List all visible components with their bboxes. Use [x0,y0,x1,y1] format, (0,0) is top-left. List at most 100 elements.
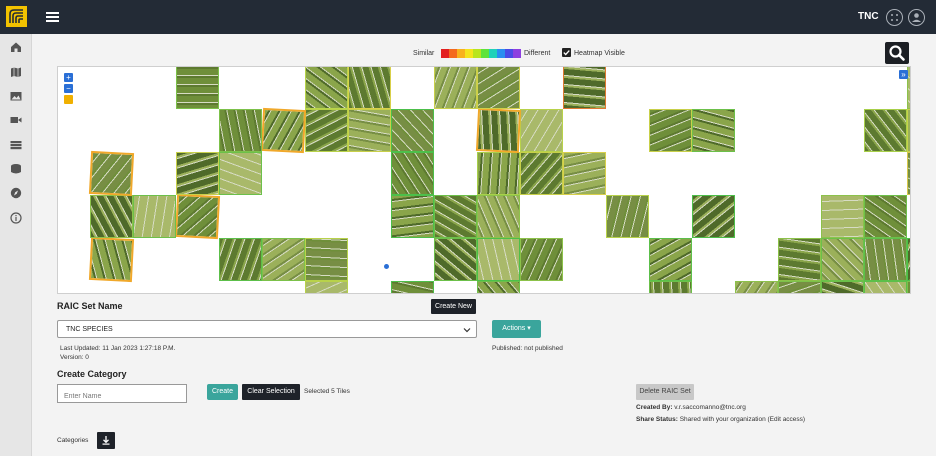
image-tile[interactable] [219,152,262,195]
image-tile[interactable] [434,67,477,109]
image-tile[interactable] [520,152,563,195]
create-new-button[interactable]: Create New [431,299,476,314]
image-tile[interactable] [864,238,907,281]
delete-raic-set-button[interactable]: Delete RAIC Set [636,384,694,400]
legend-swatch [465,49,473,58]
image-tile[interactable] [649,281,692,293]
chevron-down-icon [463,328,471,333]
image-tile[interactable] [305,238,348,281]
image-tile[interactable] [348,67,391,109]
download-icon [102,436,110,445]
image-tile[interactable] [563,152,606,195]
created-by-label: Created By: [636,404,673,411]
image-tile[interactable] [219,109,262,152]
image-tile-selected[interactable] [475,107,522,154]
image-tile[interactable] [305,109,348,152]
image-tile[interactable] [907,238,910,281]
info-icon[interactable] [10,212,22,224]
zoom-in-button[interactable]: + [64,73,73,82]
layers-icon[interactable] [10,139,22,151]
image-tile[interactable] [692,195,735,238]
image-tile[interactable] [649,238,692,281]
top-bar: TNC [0,0,936,34]
created-by: Created By: v.r.saccomanno@tnc.org [636,404,746,411]
image-tile-selected[interactable] [260,107,307,154]
image-tile-selected[interactable] [174,193,221,240]
zoom-out-button[interactable]: − [64,84,73,93]
image-tile[interactable] [520,238,563,281]
image-tile[interactable] [391,195,434,238]
image-tile[interactable] [563,67,606,109]
share-status-label: Share Status: [636,416,678,423]
legend-similar-label: Similar [413,50,435,57]
image-tile[interactable] [821,238,864,281]
legend-swatch [497,49,505,58]
image-tile-selected[interactable] [88,236,135,283]
image-tile[interactable] [477,281,520,293]
image-tile[interactable] [907,109,910,152]
heatmap-color-scale [441,49,521,58]
image-tile[interactable] [391,152,434,195]
image-tile[interactable] [90,195,133,238]
select-tool-icon[interactable] [64,95,73,104]
image-tile[interactable] [305,67,348,109]
brand-label: TNC [858,11,879,22]
tnc-logo[interactable] [6,6,27,27]
image-tile[interactable] [305,281,348,293]
image-tile[interactable] [520,109,563,152]
raic-set-selected-value: TNC SPECIES [66,326,113,333]
image-tile[interactable] [262,238,305,281]
image-tile[interactable] [434,195,477,238]
database-icon[interactable] [10,163,22,175]
image-tile[interactable] [176,67,219,109]
map-icon[interactable] [10,66,22,78]
image-tile[interactable] [864,281,907,293]
image-tile[interactable] [821,195,864,238]
user-icon[interactable] [908,9,925,26]
image-tile[interactable] [778,238,821,281]
heatmap-visible-checkbox[interactable] [562,48,571,57]
legend-swatch [505,49,513,58]
image-tile-selected[interactable] [88,150,135,197]
search-button[interactable] [885,42,909,64]
image-tile[interactable] [864,195,907,238]
image-tile[interactable] [821,281,864,293]
tile-viewer[interactable]: + − » [57,66,911,294]
clear-selection-button[interactable]: Clear Selection [242,384,300,400]
download-categories-button[interactable] [97,432,115,449]
image-tile[interactable] [391,281,434,293]
image-tile[interactable] [176,152,219,195]
image-tile[interactable] [864,109,907,152]
create-category-button[interactable]: Create [207,384,238,400]
image-tile[interactable] [391,109,434,152]
image-tile[interactable] [606,195,649,238]
image-tile[interactable] [477,195,520,238]
image-tile[interactable] [219,238,262,281]
image-tile[interactable] [434,238,477,281]
image-tile[interactable] [133,195,176,238]
apps-grid-icon[interactable] [886,9,903,26]
image-tile[interactable] [477,238,520,281]
category-name-field[interactable] [57,384,187,405]
image-tile[interactable] [649,109,692,152]
legend-swatch [449,49,457,58]
image-icon[interactable] [10,90,22,102]
actions-button[interactable]: Actions ▾ [492,320,541,338]
category-name-input[interactable] [58,388,186,405]
image-tile[interactable] [692,109,735,152]
compass-icon[interactable] [10,187,22,199]
home-icon[interactable] [10,41,22,53]
image-tile[interactable] [778,281,821,293]
video-icon[interactable] [10,114,22,126]
image-tile[interactable] [907,281,910,293]
created-by-value: v.r.saccomanno@tnc.org [674,404,746,411]
image-tile[interactable] [477,67,520,109]
image-tile[interactable] [907,152,910,195]
hamburger-icon[interactable] [46,12,59,22]
image-tile[interactable] [477,152,520,195]
image-tile[interactable] [348,109,391,152]
image-tile[interactable] [735,281,778,293]
expand-icon[interactable]: » [899,70,908,79]
raic-set-select[interactable]: TNC SPECIES [57,320,477,338]
legend-swatch [441,49,449,58]
